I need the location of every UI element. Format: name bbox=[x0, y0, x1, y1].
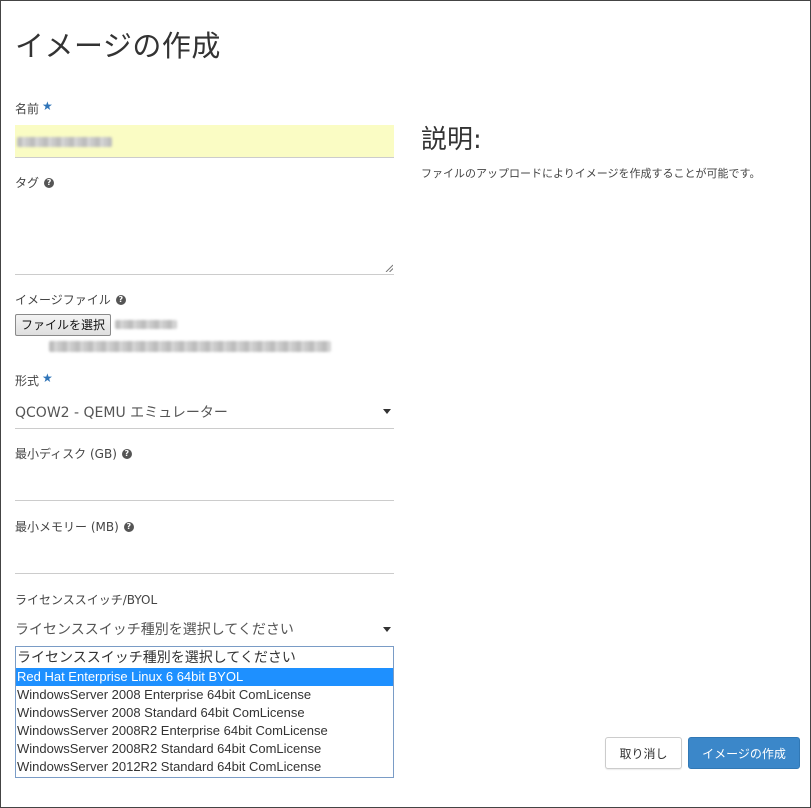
name-label: 名前 ★ bbox=[15, 98, 53, 117]
redacted-file-name bbox=[115, 320, 177, 329]
license-option[interactable]: WindowsServer 2008 Enterprise 64bit ComL… bbox=[16, 686, 393, 704]
tag-label: タグ ? bbox=[15, 174, 55, 191]
min-disk-label-text: 最小ディスク (GB) bbox=[15, 447, 117, 461]
cancel-button[interactable]: 取り消し bbox=[605, 737, 682, 769]
chevron-down-icon bbox=[383, 626, 391, 632]
license-option-selected[interactable]: Red Hat Enterprise Linux 6 64bit BYOL bbox=[16, 668, 393, 686]
license-label: ライセンススイッチ/BYOL bbox=[15, 591, 157, 608]
min-memory-input[interactable] bbox=[15, 540, 394, 574]
min-disk-label: 最小ディスク (GB) ? bbox=[15, 445, 132, 462]
help-icon[interactable]: ? bbox=[44, 177, 55, 188]
choose-file-button[interactable]: ファイルを選択 bbox=[15, 314, 111, 336]
create-image-button[interactable]: イメージの作成 bbox=[688, 737, 800, 769]
tag-textarea[interactable] bbox=[15, 194, 394, 275]
required-icon: ★ bbox=[42, 370, 53, 385]
min-memory-label-text: 最小メモリー (MB) bbox=[15, 520, 119, 534]
format-select[interactable]: QCOW2 - QEMU エミュレーター bbox=[15, 395, 394, 429]
required-icon: ★ bbox=[42, 98, 53, 113]
min-memory-label: 最小メモリー (MB) ? bbox=[15, 518, 134, 535]
format-label: 形式 ★ bbox=[15, 370, 53, 389]
modal-window: イメージの作成 名前 ★ タグ ? イメージファイル ? ファイルを選択 形式 … bbox=[0, 0, 811, 808]
license-option[interactable]: WindowsServer 2008R2 Enterprise 64bit Co… bbox=[16, 722, 393, 740]
license-dropdown-list[interactable]: ライセンススイッチ種別を選択してください Red Hat Enterprise … bbox=[15, 646, 394, 778]
redacted-name-value bbox=[17, 137, 112, 147]
description-title: 説明: bbox=[421, 125, 482, 155]
license-option[interactable]: ライセンススイッチ種別を選択してください bbox=[16, 647, 393, 668]
page-title: イメージの作成 bbox=[15, 29, 221, 63]
image-file-label-text: イメージファイル bbox=[15, 293, 111, 307]
license-option[interactable]: WindowsServer 2012R2 Standard 64bit ComL… bbox=[16, 758, 393, 776]
license-option[interactable]: WindowsServer 2008 Standard 64bit ComLic… bbox=[16, 704, 393, 722]
license-select-value: ライセンススイッチ種別を選択してください bbox=[15, 622, 294, 638]
resize-handle-icon[interactable] bbox=[385, 264, 393, 272]
min-disk-input[interactable] bbox=[15, 467, 394, 501]
help-icon[interactable]: ? bbox=[115, 294, 126, 305]
image-file-label: イメージファイル ? bbox=[15, 291, 126, 308]
name-label-text: 名前 bbox=[15, 102, 40, 116]
chevron-down-icon bbox=[383, 409, 391, 414]
license-label-text: ライセンススイッチ/BYOL bbox=[15, 593, 158, 607]
license-select[interactable]: ライセンススイッチ種別を選択してください bbox=[15, 612, 394, 646]
tag-label-text: タグ bbox=[15, 176, 40, 190]
redacted-file-path bbox=[49, 341, 331, 352]
name-input[interactable] bbox=[15, 125, 394, 158]
help-icon[interactable]: ? bbox=[121, 448, 132, 459]
description-text: ファイルのアップロードによりイメージを作成することが可能です。 bbox=[421, 167, 761, 180]
help-icon[interactable]: ? bbox=[123, 521, 134, 532]
format-select-value: QCOW2 - QEMU エミュレーター bbox=[15, 404, 228, 421]
license-option[interactable]: WindowsServer 2008R2 Standard 64bit ComL… bbox=[16, 740, 393, 758]
format-label-text: 形式 bbox=[15, 374, 40, 388]
